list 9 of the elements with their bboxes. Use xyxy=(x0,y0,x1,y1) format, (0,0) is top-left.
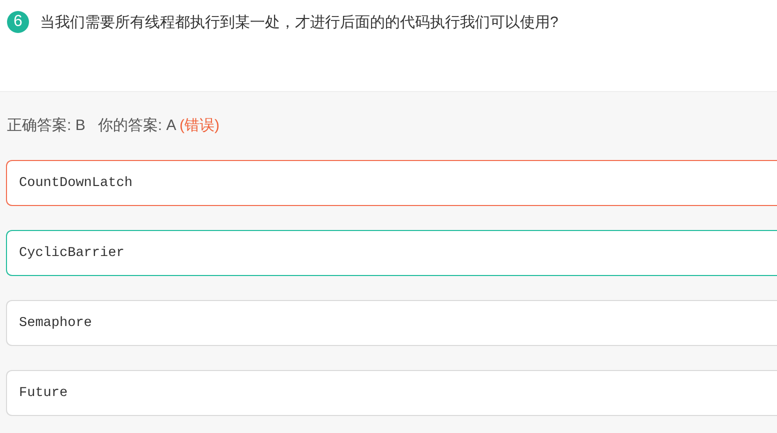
question-text: 当我们需要所有线程都执行到某一处，才进行后面的的代码执行我们可以使用? xyxy=(40,12,558,32)
answer-option[interactable]: CyclicBarrier xyxy=(6,230,777,276)
answer-verdict: (错误) xyxy=(180,117,220,134)
answer-option[interactable]: Semaphore xyxy=(6,300,777,346)
answer-option[interactable]: CountDownLatch xyxy=(6,160,777,206)
answer-option[interactable]: Future xyxy=(6,370,777,416)
correct-answer: 正确答案: B xyxy=(7,117,86,134)
question-number: 6 xyxy=(7,11,29,33)
your-answer: 你的答案: A xyxy=(98,117,176,134)
